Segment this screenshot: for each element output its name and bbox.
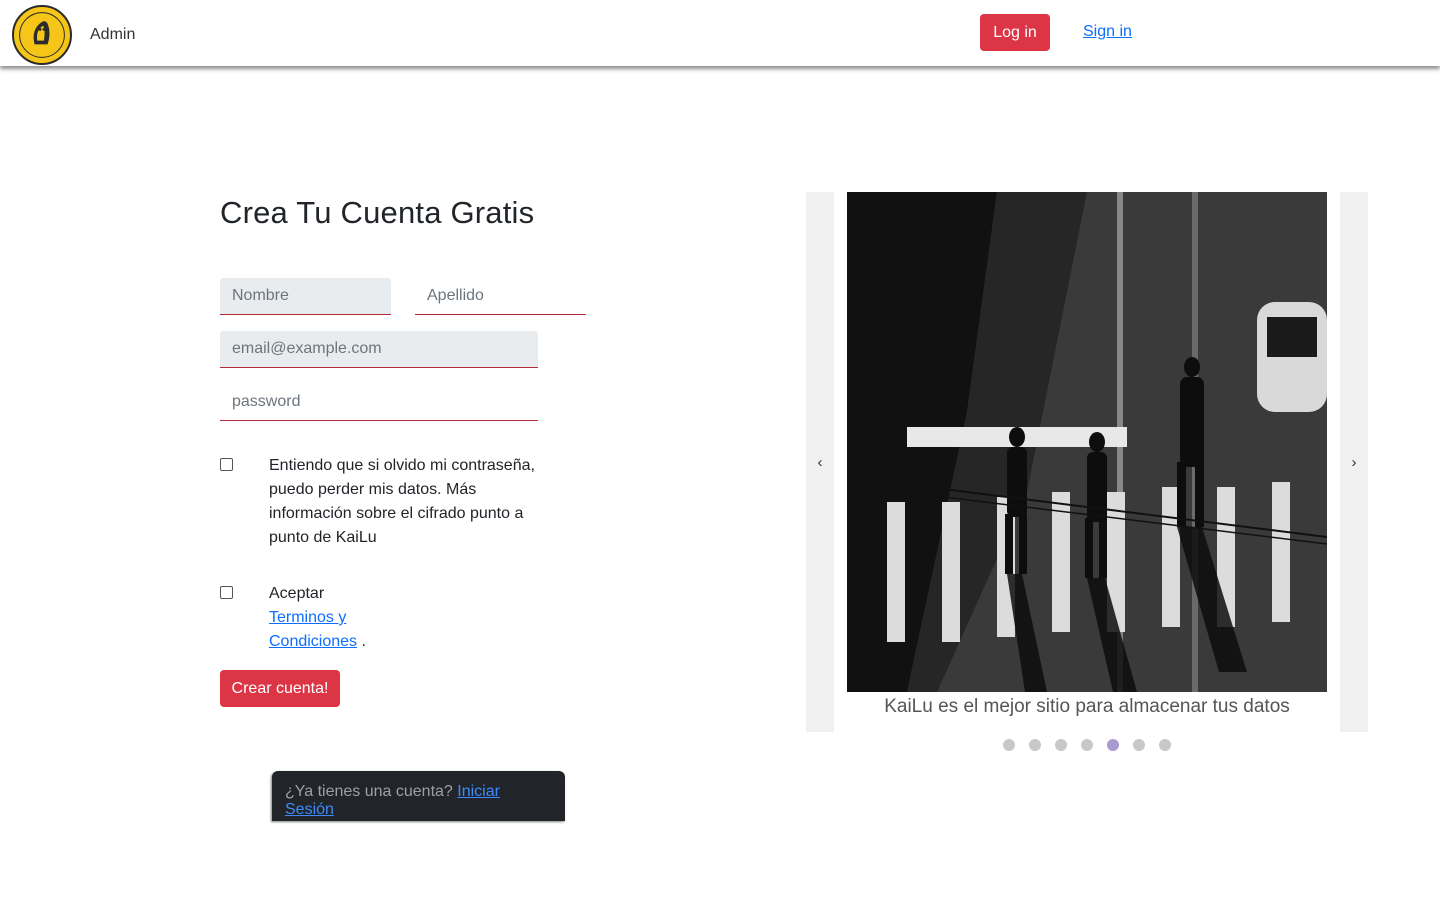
- encryption-consent-label: Entiendo que si olvido mi contraseña, pu…: [269, 457, 535, 546]
- image-carousel: ‹ KaiLu es el mejor sitio para almacenar…: [806, 192, 1368, 732]
- terms-checkbox[interactable]: [220, 586, 233, 599]
- carousel-prev-button[interactable]: ‹: [806, 192, 834, 732]
- login-prompt-toast: ¿Ya tienes una cuenta? Iniciar Sesión: [272, 771, 565, 821]
- carousel-next-button[interactable]: ›: [1340, 192, 1368, 732]
- encryption-consent-checkbox[interactable]: [220, 458, 233, 471]
- page-title: Crea Tu Cuenta Gratis: [220, 195, 535, 230]
- terms-link[interactable]: Terminos y Condiciones: [269, 609, 357, 650]
- nombre-input[interactable]: [220, 278, 391, 315]
- login-button[interactable]: Log in: [980, 14, 1050, 51]
- carousel-slide: KaiLu es el mejor sitio para almacenar t…: [834, 192, 1340, 732]
- email-input[interactable]: [220, 331, 538, 368]
- terms-label: Aceptar Terminos y Condiciones .: [269, 582, 379, 654]
- carousel-indicator-dot[interactable]: [1003, 739, 1015, 751]
- toast-text: ¿Ya tienes una cuenta?: [285, 783, 453, 800]
- carousel-indicator-dot[interactable]: [1133, 739, 1145, 751]
- slide-image: [847, 192, 1327, 692]
- navbar: Admin Log in Sign in: [0, 0, 1440, 66]
- terms-suffix: .: [361, 633, 366, 650]
- carousel-indicator-dot[interactable]: [1081, 739, 1093, 751]
- create-account-button[interactable]: Crear cuenta!: [220, 670, 340, 707]
- carousel-indicator-dot[interactable]: [1055, 739, 1067, 751]
- kailu-logo[interactable]: [12, 5, 72, 65]
- carousel-indicator-dot[interactable]: [1107, 739, 1119, 751]
- signin-link[interactable]: Sign in: [1083, 23, 1132, 41]
- carousel-indicators: [1003, 739, 1171, 751]
- terms-prefix: Aceptar: [269, 585, 325, 602]
- carousel-indicator-dot[interactable]: [1159, 739, 1171, 751]
- brand-admin-label[interactable]: Admin: [90, 26, 135, 44]
- carousel-caption: KaiLu es el mejor sitio para almacenar t…: [884, 696, 1290, 717]
- carousel-indicator-dot[interactable]: [1029, 739, 1041, 751]
- apellido-input[interactable]: [415, 278, 586, 315]
- password-input[interactable]: [220, 384, 538, 421]
